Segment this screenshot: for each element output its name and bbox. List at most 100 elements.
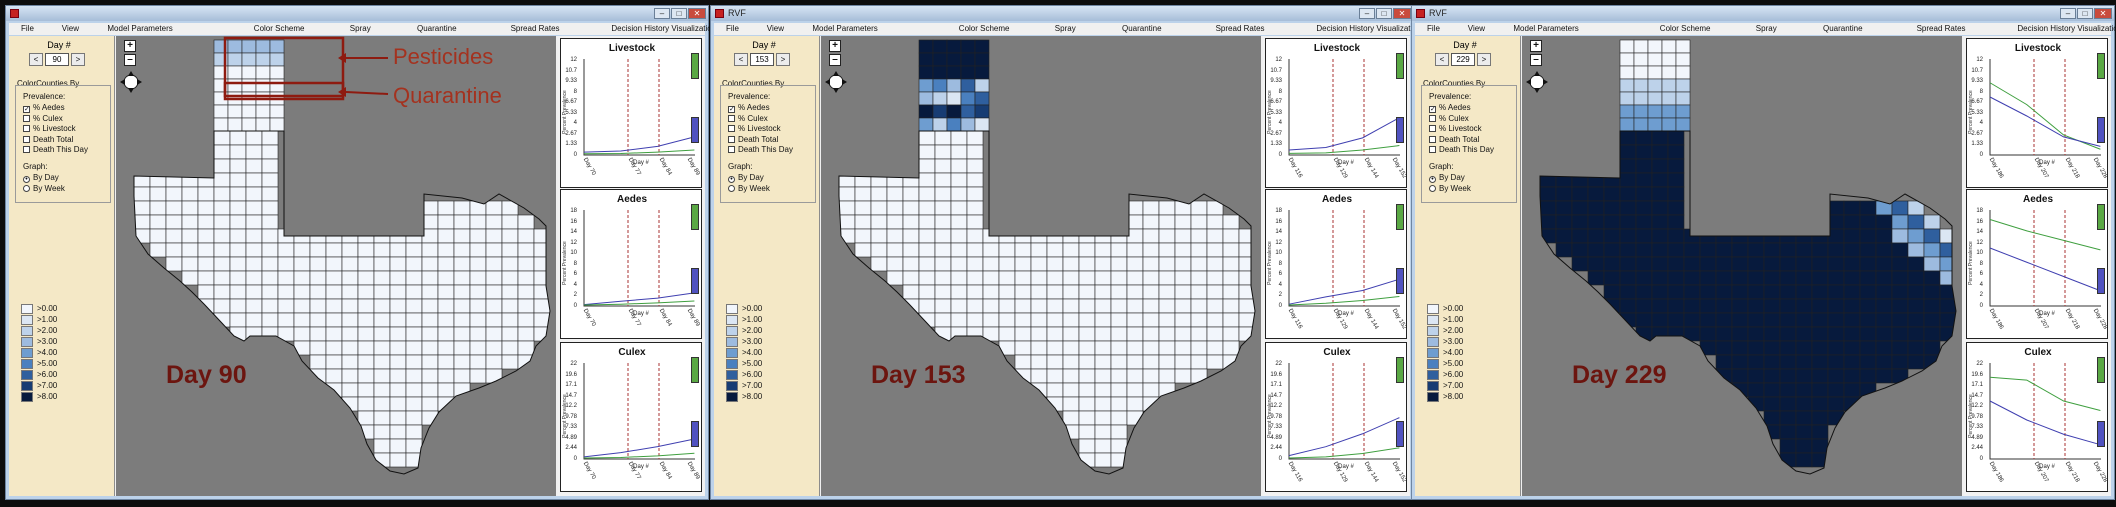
county-cell[interactable] [1923,340,1941,356]
prevalence-option[interactable]: Death Total [1429,135,1479,144]
county-cell[interactable] [1811,382,1829,398]
county-cell[interactable] [1190,270,1208,286]
county-cell[interactable] [373,396,391,412]
county-cell[interactable] [197,284,215,300]
county-cell[interactable] [309,298,327,314]
county-cell[interactable] [950,326,968,342]
county-cell[interactable] [341,312,359,328]
county-cell[interactable] [1158,298,1176,314]
series-toggle-green[interactable] [1396,53,1404,79]
menu-item-spread[interactable]: Spread Rates [511,24,560,33]
county-cell[interactable] [1635,200,1653,216]
county-cell[interactable] [1633,91,1649,106]
county-cell[interactable] [998,298,1016,314]
county-cell[interactable] [1811,326,1829,342]
county-cell[interactable] [1875,242,1893,258]
county-cell[interactable] [245,312,263,328]
county-cell[interactable] [1859,228,1877,244]
county-cell[interactable] [1174,270,1192,286]
county-cell[interactable] [1619,65,1635,80]
county-cell[interactable] [269,91,285,106]
county-cell[interactable] [213,172,231,188]
county-cell[interactable] [255,91,271,106]
county-cell[interactable] [1142,396,1160,412]
county-cell[interactable] [389,242,407,258]
county-cell[interactable] [950,228,968,244]
county-cell[interactable] [245,200,263,216]
county-cell[interactable] [974,117,990,132]
county-cell[interactable] [1811,312,1829,328]
county-cell[interactable] [373,270,391,286]
county-cell[interactable] [261,200,279,216]
county-cell[interactable] [1731,284,1749,300]
county-cell[interactable] [1571,214,1589,230]
county-cell[interactable] [1206,326,1224,342]
county-cell[interactable] [469,200,487,216]
county-cell[interactable] [1587,256,1605,272]
county-cell[interactable] [1030,326,1048,342]
county-cell[interactable] [229,172,247,188]
county-cell[interactable] [1747,270,1765,286]
county-cell[interactable] [1843,326,1861,342]
county-cell[interactable] [134,172,151,188]
county-cell[interactable] [241,39,257,54]
county-cell[interactable] [1763,312,1781,328]
county-cell[interactable] [1699,256,1717,272]
county-cell[interactable] [357,424,375,440]
checkbox[interactable] [728,125,735,132]
county-cell[interactable] [1126,242,1144,258]
county-cell[interactable] [950,242,968,258]
day-input[interactable]: 90 [45,53,69,66]
county-cell[interactable] [1683,242,1701,258]
county-cell[interactable] [886,256,904,272]
county-cell[interactable] [1699,242,1717,258]
county-cell[interactable] [998,256,1016,272]
county-cell[interactable] [437,214,455,230]
county-cell[interactable] [1875,200,1893,216]
county-cell[interactable] [870,228,888,244]
county-cell[interactable] [946,39,962,54]
county-cell[interactable] [1094,382,1112,398]
county-cell[interactable] [341,368,359,384]
county-cell[interactable] [229,256,247,272]
county-cell[interactable] [533,242,550,258]
county-cell[interactable] [1142,298,1160,314]
county-cell[interactable] [1661,78,1677,93]
county-cell[interactable] [357,298,375,314]
prevalence-option[interactable]: % Culex [728,114,768,123]
county-cell[interactable] [1094,298,1112,314]
county-cell[interactable] [1619,52,1635,67]
county-cell[interactable] [1891,354,1909,370]
county-cell[interactable] [405,312,423,328]
county-cell[interactable] [934,312,952,328]
county-cell[interactable] [357,396,375,412]
county-cell[interactable] [1110,368,1128,384]
county-cell[interactable] [966,186,984,202]
county-cell[interactable] [1661,91,1677,106]
county-cell[interactable] [421,256,439,272]
county-cell[interactable] [485,312,503,328]
county-cell[interactable] [501,312,519,328]
county-cell[interactable] [966,214,984,230]
county-cell[interactable] [1126,340,1144,356]
county-cell[interactable] [1651,158,1669,174]
county-cell[interactable] [229,242,247,258]
menu-item-model[interactable]: Model Parameters [812,24,877,33]
county-cell[interactable] [950,270,968,286]
county-cell[interactable] [1633,117,1649,132]
county-cell[interactable] [1142,382,1160,398]
county-cell[interactable] [309,256,327,272]
county-cell[interactable] [325,354,343,370]
county-cell[interactable] [1795,312,1813,328]
county-cell[interactable] [437,312,455,328]
county-cell[interactable] [902,228,920,244]
county-cell[interactable] [1635,270,1653,286]
county-cell[interactable] [1190,326,1208,342]
county-cell[interactable] [1062,298,1080,314]
county-cell[interactable] [1779,396,1797,412]
county-cell[interactable] [341,284,359,300]
county-cell[interactable] [1811,242,1829,258]
radio[interactable] [23,184,30,192]
county-cell[interactable] [1238,298,1255,314]
county-cell[interactable] [405,424,423,440]
